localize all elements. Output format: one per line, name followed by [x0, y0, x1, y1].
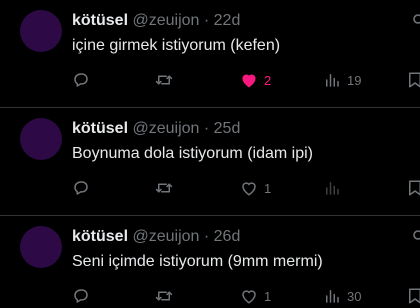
avatar[interactable]	[20, 118, 62, 160]
retweet-icon	[155, 75, 173, 85]
handle[interactable]: @zeuijon	[132, 120, 199, 137]
tweet-header: kötüsel @zeuijon · 26d	[72, 227, 240, 247]
like-button[interactable]: 1	[240, 284, 271, 308]
views-icon	[326, 290, 339, 303]
avatar[interactable]	[20, 226, 62, 268]
views-button[interactable]	[323, 176, 347, 200]
retweet-icon	[155, 183, 173, 193]
bookmark-button[interactable]	[406, 284, 420, 308]
like-count: 1	[264, 180, 272, 196]
reply-button[interactable]	[72, 284, 96, 308]
more-icon[interactable]	[412, 229, 420, 243]
action-bar: 1	[0, 176, 420, 200]
views-button[interactable]: 19	[323, 68, 361, 92]
views-icon	[326, 74, 339, 87]
views-button[interactable]: 30	[323, 284, 361, 308]
bookmark-icon	[409, 288, 420, 304]
tweet-item[interactable]: kötüsel @zeuijon · 22d içine girmek isti…	[0, 0, 420, 108]
avatar[interactable]	[20, 10, 62, 52]
reply-button[interactable]	[72, 176, 96, 200]
reply-icon	[74, 289, 88, 303]
heart-icon	[242, 182, 256, 196]
views-count: 30	[347, 288, 362, 304]
reply-icon	[74, 73, 88, 87]
like-count: 2	[264, 72, 272, 88]
bookmark-icon	[409, 180, 420, 196]
bookmark-button[interactable]	[406, 176, 420, 200]
tweet-text: içine girmek istiyorum (kefen)	[72, 37, 281, 54]
like-count: 1	[264, 288, 272, 304]
more-icon[interactable]	[412, 13, 420, 27]
display-name[interactable]: kötüsel	[72, 120, 128, 137]
display-name[interactable]: kötüsel	[72, 12, 128, 29]
bookmark-icon	[409, 72, 420, 88]
tweet-header: kötüsel @zeuijon · 22d	[72, 11, 240, 31]
separator: ·	[203, 12, 210, 29]
retweet-icon	[155, 291, 173, 301]
tweet-header: kötüsel @zeuijon · 25d	[72, 119, 240, 139]
like-button[interactable]: 2	[240, 68, 271, 92]
heart-icon	[242, 74, 256, 88]
display-name[interactable]: kötüsel	[72, 228, 128, 245]
retweet-button[interactable]	[154, 176, 180, 200]
separator: ·	[203, 228, 210, 245]
retweet-button[interactable]	[154, 284, 180, 308]
views-count: 19	[347, 72, 362, 88]
separator: ·	[203, 120, 210, 137]
handle[interactable]: @zeuijon	[132, 12, 199, 29]
heart-icon	[242, 290, 256, 304]
timestamp[interactable]: 22d	[214, 12, 241, 29]
handle[interactable]: @zeuijon	[132, 228, 199, 245]
timestamp[interactable]: 25d	[214, 120, 241, 137]
reply-button[interactable]	[72, 68, 96, 92]
tweet-text: Boynuma dola istiyorum (idam ipi)	[72, 145, 313, 162]
tweet-item[interactable]: kötüsel @zeuijon · 26d Seni içimde istiy…	[0, 216, 420, 304]
tweet-item[interactable]: kötüsel @zeuijon · 25d Boynuma dola isti…	[0, 108, 420, 216]
timestamp[interactable]: 26d	[214, 228, 241, 245]
bookmark-button[interactable]	[406, 68, 420, 92]
action-bar: 1 30	[0, 284, 420, 308]
like-button[interactable]: 1	[240, 176, 271, 200]
retweet-button[interactable]	[154, 68, 180, 92]
reply-icon	[74, 181, 88, 195]
action-bar: 2 19	[0, 68, 420, 92]
tweet-text: Seni içimde istiyorum (9mm mermi)	[72, 253, 323, 270]
views-icon	[326, 182, 339, 195]
